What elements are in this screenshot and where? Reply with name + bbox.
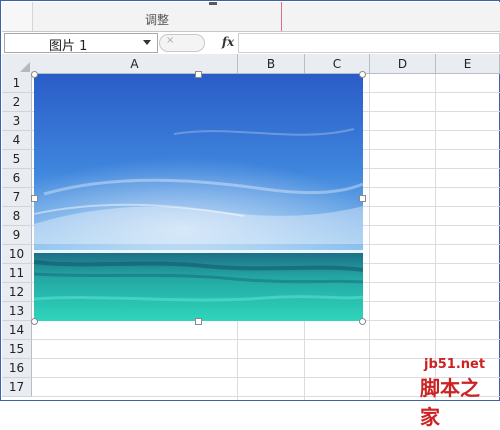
formula-controls: × fx bbox=[157, 33, 237, 52]
column-header-d[interactable]: D bbox=[370, 54, 436, 74]
row-header-8[interactable]: 8 bbox=[2, 207, 32, 226]
row-header-2[interactable]: 2 bbox=[2, 93, 32, 112]
formula-input[interactable] bbox=[238, 33, 500, 53]
excel-window: 调整 图片 1 × fx A B C D E 1 2 3 4 5 6 7 8 9… bbox=[0, 0, 500, 429]
gridline bbox=[435, 74, 436, 400]
close-icon: × bbox=[166, 35, 175, 46]
chevron-down-icon[interactable] bbox=[143, 40, 151, 45]
row-header-4[interactable]: 4 bbox=[2, 131, 32, 150]
row-header-3[interactable]: 3 bbox=[2, 112, 32, 131]
name-box-value: 图片 1 bbox=[49, 39, 88, 54]
row-header-10[interactable]: 10 bbox=[2, 245, 32, 264]
ocean-photo bbox=[34, 74, 363, 321]
resize-handle-top[interactable] bbox=[195, 71, 202, 78]
picture-object[interactable] bbox=[34, 74, 363, 321]
row-header-15[interactable]: 15 bbox=[2, 340, 32, 359]
row-header-13[interactable]: 13 bbox=[2, 302, 32, 321]
row-header-16[interactable]: 16 bbox=[2, 359, 32, 378]
resize-handle-top-right[interactable] bbox=[359, 71, 366, 78]
spreadsheet-grid[interactable]: A B C D E 1 2 3 4 5 6 7 8 9 10 11 12 13 … bbox=[2, 54, 500, 400]
row-header-5[interactable]: 5 bbox=[2, 150, 32, 169]
resize-handle-top-left[interactable] bbox=[31, 71, 38, 78]
row-header-17[interactable]: 17 bbox=[2, 378, 32, 397]
ribbon-left-group bbox=[2, 2, 33, 31]
select-all-icon bbox=[20, 62, 30, 72]
select-all-corner[interactable] bbox=[2, 54, 33, 75]
watermark-site: jb51.net bbox=[424, 357, 486, 372]
row-header-7[interactable]: 7 bbox=[2, 188, 32, 207]
row-header-6[interactable]: 6 bbox=[2, 169, 32, 188]
column-header-e[interactable]: E bbox=[436, 54, 500, 74]
ribbon-group-label: 调整 bbox=[144, 13, 169, 27]
resize-handle-bottom[interactable] bbox=[195, 318, 202, 325]
row-header-14[interactable]: 14 bbox=[2, 321, 32, 340]
ribbon-group-adjust[interactable]: 调整 bbox=[33, 2, 282, 31]
row-header-1[interactable]: 1 bbox=[2, 74, 32, 93]
ribbon: 调整 bbox=[2, 2, 500, 32]
gridline bbox=[369, 74, 370, 400]
row-header-11[interactable]: 11 bbox=[2, 264, 32, 283]
resize-handle-bottom-right[interactable] bbox=[359, 318, 366, 325]
column-header-a[interactable]: A bbox=[32, 54, 238, 74]
insert-function-button[interactable]: fx bbox=[219, 33, 237, 51]
name-box[interactable]: 图片 1 bbox=[4, 33, 158, 54]
column-header-b[interactable]: B bbox=[238, 54, 305, 74]
watermark-brand: 脚本之家 bbox=[420, 376, 480, 429]
formula-bar: 图片 1 × fx bbox=[2, 32, 500, 55]
gridline bbox=[32, 339, 500, 340]
cancel-button[interactable]: × bbox=[159, 34, 205, 52]
resize-handle-right[interactable] bbox=[359, 195, 366, 202]
resize-handle-bottom-left[interactable] bbox=[31, 318, 38, 325]
row-header-9[interactable]: 9 bbox=[2, 226, 32, 245]
resize-handle-left[interactable] bbox=[31, 195, 38, 202]
row-header-12[interactable]: 12 bbox=[2, 283, 32, 302]
